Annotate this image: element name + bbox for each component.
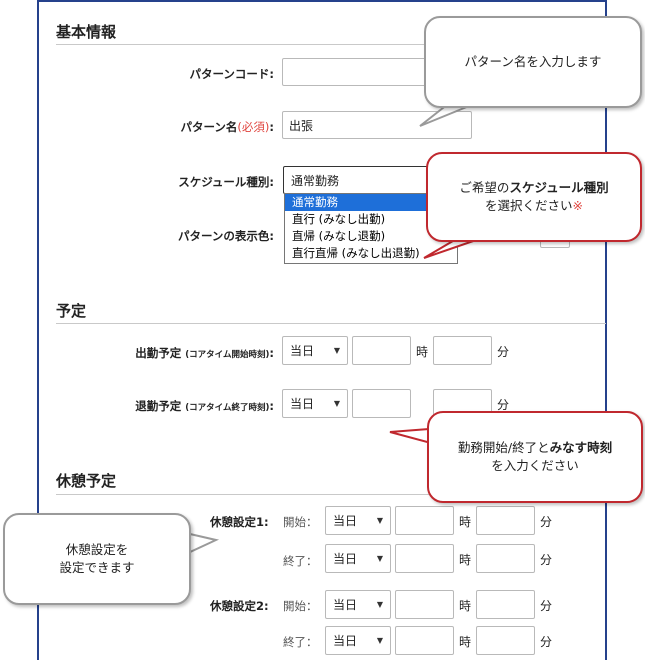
- callout-pattern-name: パターン名を入力します: [424, 16, 642, 108]
- callout-text: ご希望のスケジュール種別: [459, 179, 609, 195]
- callout-text: を選択ください※: [485, 198, 583, 213]
- callout-text: を入力ください: [491, 458, 579, 473]
- callout-text: 休憩設定を: [65, 541, 129, 557]
- callout-text: 設定できます: [59, 560, 135, 575]
- callout-break: 休憩設定を 設定できます: [3, 513, 191, 605]
- callout-text: パターン名を入力します: [464, 53, 602, 69]
- callout-schedule-type: ご希望のスケジュール種別 を選択ください※: [426, 152, 642, 242]
- callout-time: 勤務開始/終了とみなす時刻 を入力ください: [427, 411, 643, 503]
- callout-text: 勤務開始/終了とみなす時刻: [457, 439, 613, 455]
